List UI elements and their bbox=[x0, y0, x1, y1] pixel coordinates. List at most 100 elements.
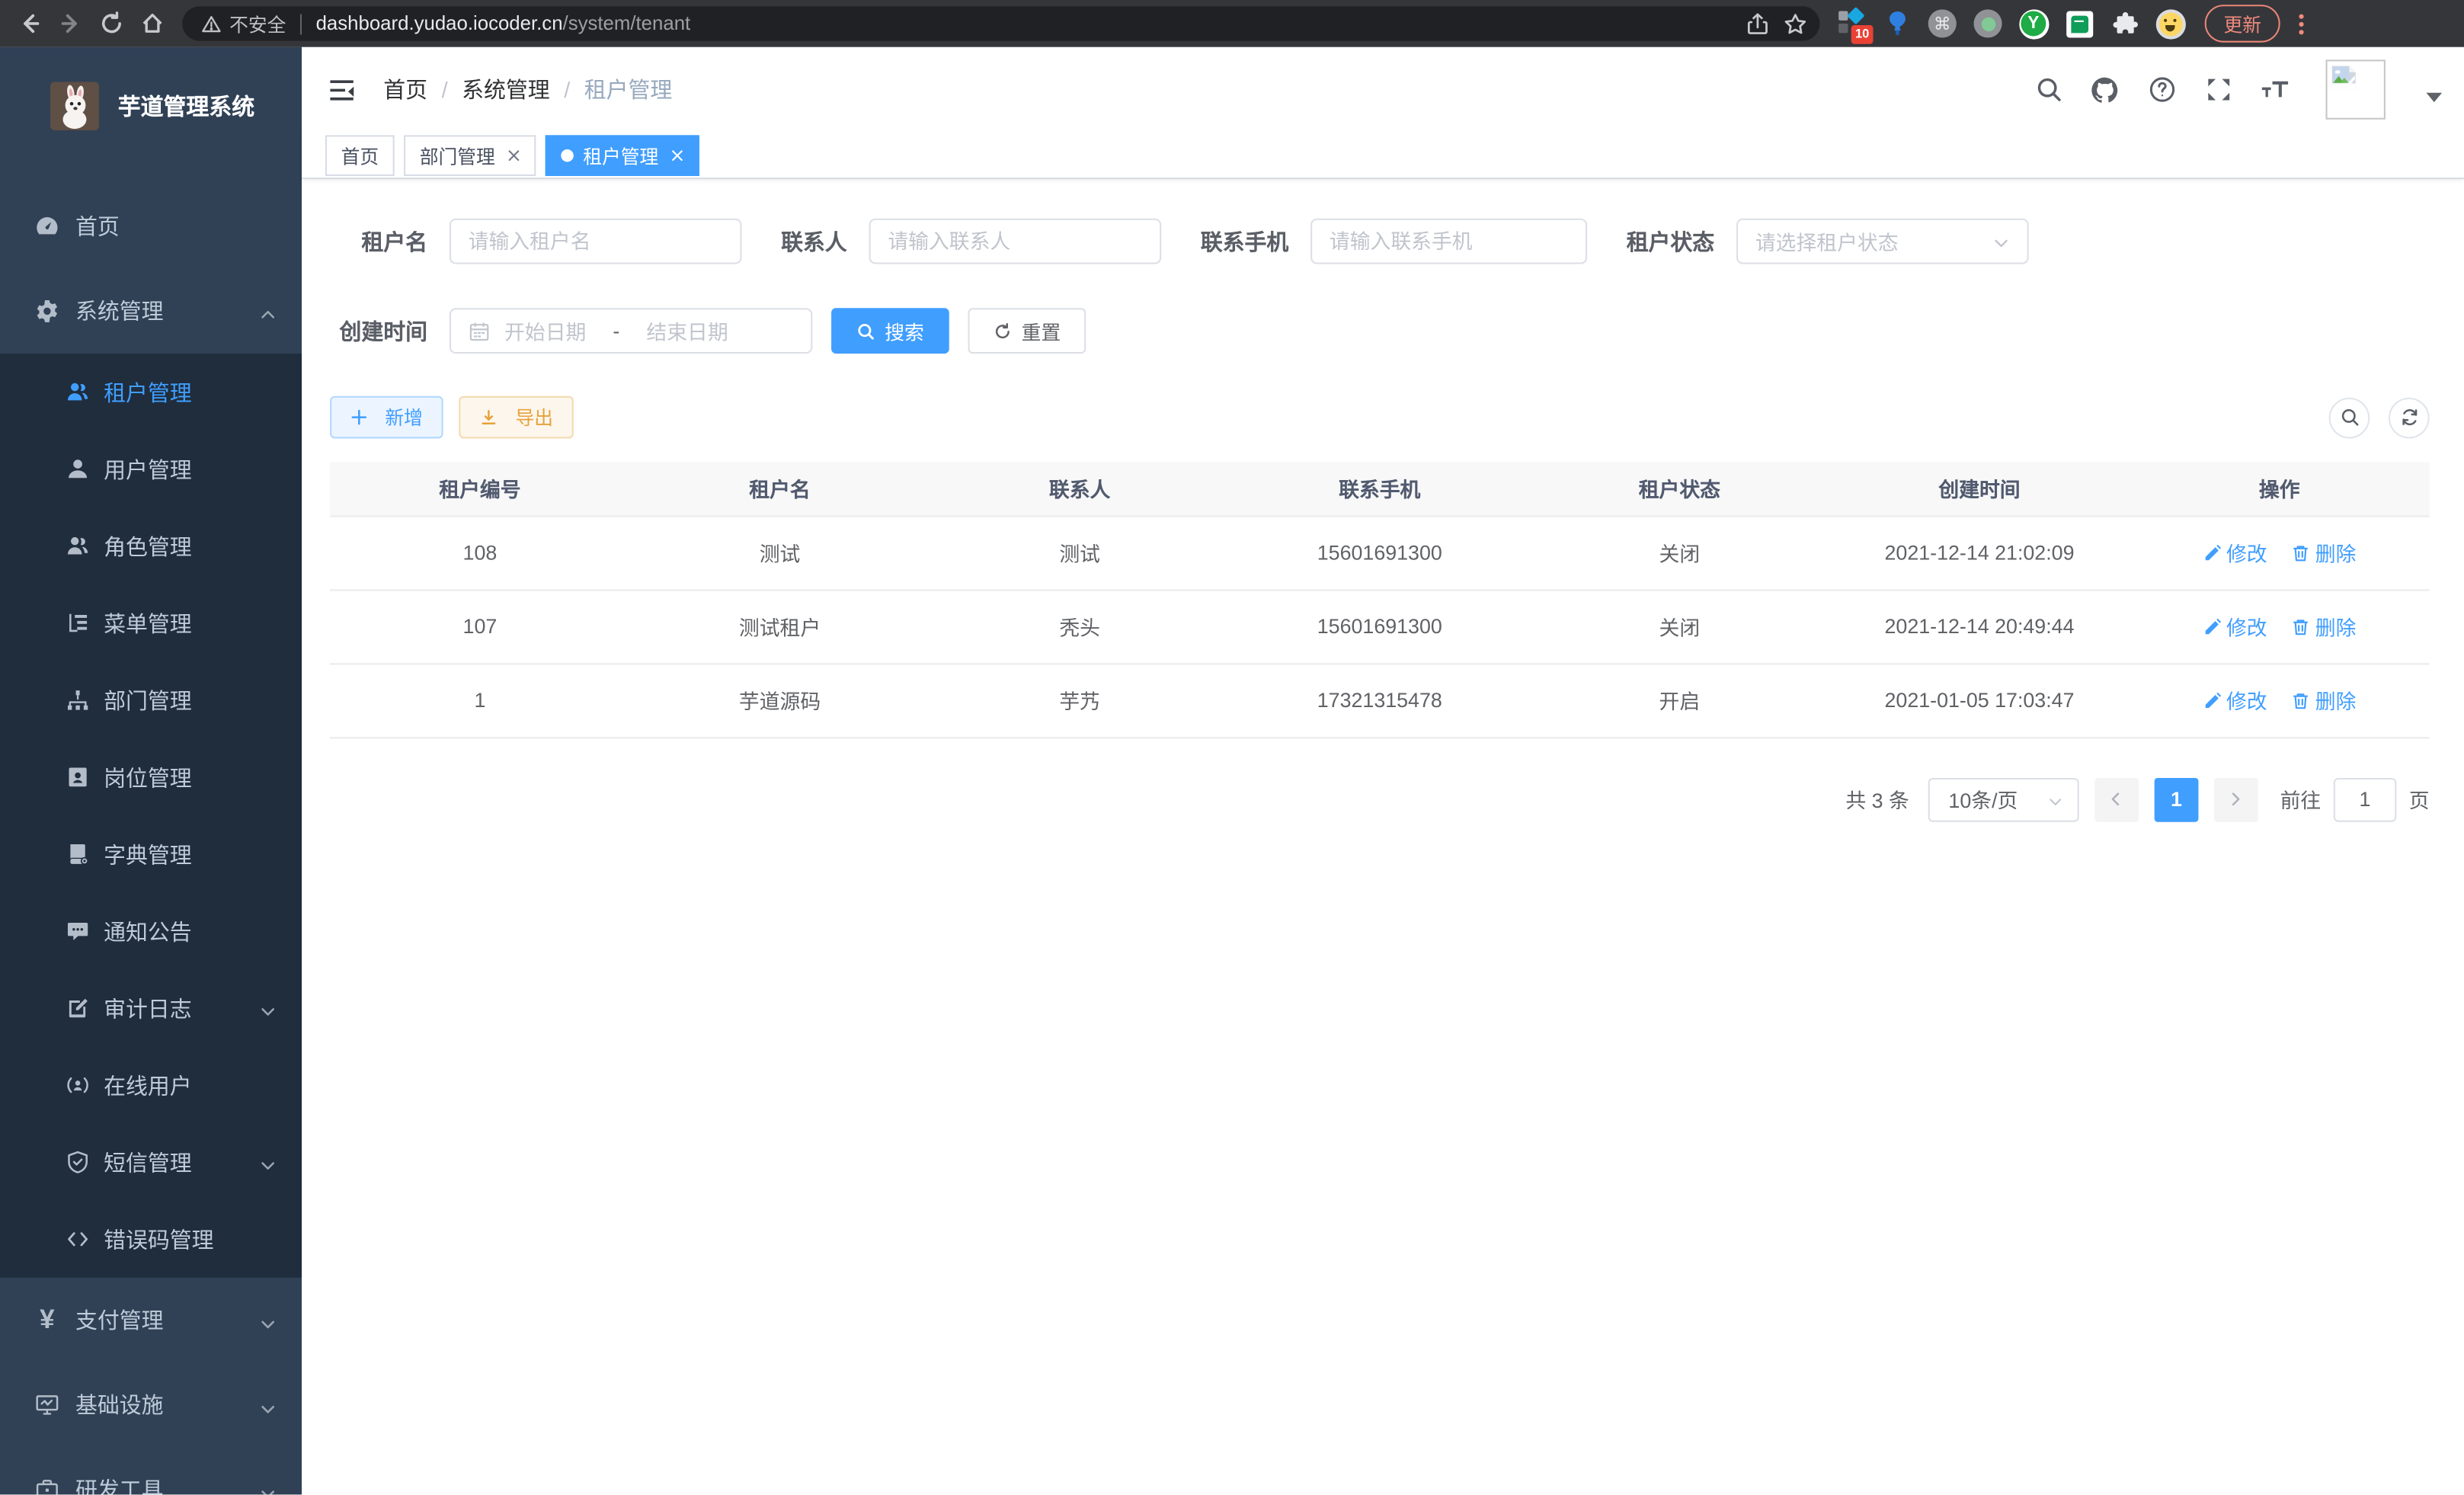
online-icon bbox=[66, 1074, 90, 1097]
sidebar-collapse-icon[interactable] bbox=[325, 74, 357, 105]
tab-tenant[interactable]: 租户管理 bbox=[546, 135, 699, 176]
reset-button[interactable]: 重置 bbox=[968, 308, 1086, 354]
post-icon bbox=[66, 765, 90, 789]
address-bar[interactable]: 不安全 dashboard.yudao.iocoder.cn/system/te… bbox=[182, 6, 1819, 40]
roles-icon bbox=[66, 534, 90, 558]
extension-y-icon[interactable]: Y bbox=[2018, 8, 2049, 39]
date-start-placeholder: 开始日期 bbox=[504, 316, 586, 346]
page-size-select[interactable]: 10条/页 bbox=[1928, 777, 2079, 821]
status-select[interactable]: 请选择租户状态 bbox=[1736, 219, 2029, 264]
delete-link[interactable]: 删除 bbox=[2292, 611, 2357, 641]
extension-cmd-icon[interactable]: ⌘ bbox=[1927, 8, 1958, 39]
extension-record-icon[interactable] bbox=[1972, 8, 2003, 39]
extension-chat-icon[interactable] bbox=[2063, 8, 2094, 39]
mobile-input[interactable] bbox=[1310, 219, 1587, 264]
security-chip[interactable]: 不安全 bbox=[201, 10, 286, 37]
col-contact: 联系人 bbox=[930, 462, 1230, 515]
pagination: 共 3 条 10条/页 1 前往 页 bbox=[330, 777, 2430, 821]
extension-puzzle-icon[interactable] bbox=[2109, 8, 2140, 39]
show-search-icon[interactable] bbox=[2329, 397, 2370, 438]
page-1-button[interactable]: 1 bbox=[2155, 777, 2199, 821]
browser-home-icon[interactable] bbox=[132, 3, 173, 44]
sidebar-item-system[interactable]: 系统管理 bbox=[0, 269, 302, 354]
sidebar-item-users[interactable]: 用户管理 bbox=[0, 431, 302, 507]
app-logo-row[interactable]: 芋道管理系统 bbox=[0, 47, 302, 162]
sidebar-item-dept[interactable]: 部门管理 bbox=[0, 661, 302, 738]
col-created: 创建时间 bbox=[1829, 462, 2130, 515]
delete-link[interactable]: 删除 bbox=[2292, 537, 2357, 567]
status-placeholder: 请选择租户状态 bbox=[1755, 226, 1899, 256]
total-count: 共 3 条 bbox=[1845, 784, 1909, 814]
close-icon[interactable] bbox=[506, 149, 520, 163]
edit-icon bbox=[2203, 543, 2222, 562]
calendar-icon bbox=[469, 320, 491, 342]
tab-dept[interactable]: 部门管理 bbox=[404, 135, 536, 176]
prev-page-button[interactable] bbox=[2094, 777, 2139, 821]
search-button[interactable]: 搜索 bbox=[831, 308, 949, 354]
browser-menu-icon[interactable] bbox=[2290, 14, 2313, 34]
extension-grid-icon[interactable]: 10 bbox=[1835, 8, 1867, 39]
sidebar: 芋道管理系统 首页 系统管理 租户管理 bbox=[0, 47, 302, 1495]
tenant-table: 租户编号 租户名 联系人 联系手机 租户状态 创建时间 操作 108 测试 bbox=[330, 462, 2430, 738]
sidebar-item-post[interactable]: 岗位管理 bbox=[0, 738, 302, 815]
share-icon[interactable] bbox=[1738, 3, 1776, 44]
breadcrumb-home[interactable]: 首页 bbox=[383, 74, 427, 105]
close-icon[interactable] bbox=[670, 149, 684, 163]
sidebar-item-menus[interactable]: 菜单管理 bbox=[0, 584, 302, 661]
search-icon[interactable] bbox=[2034, 75, 2063, 104]
edit-link[interactable]: 修改 bbox=[2203, 685, 2267, 715]
add-button[interactable]: 新增 bbox=[330, 396, 443, 439]
sidebar-item-devtool[interactable]: 研发工具 bbox=[0, 1448, 302, 1495]
sidebar-item-dict[interactable]: 字典管理 bbox=[0, 815, 302, 892]
edit-icon bbox=[2203, 617, 2222, 636]
extension-badge: 10 bbox=[1851, 25, 1874, 44]
extension-balloon-icon[interactable] bbox=[1881, 8, 1912, 39]
contact-label: 联系人 bbox=[781, 226, 847, 257]
dashboard-icon bbox=[34, 214, 59, 239]
sidebar-item-roles[interactable]: 角色管理 bbox=[0, 507, 302, 584]
col-tenant-id: 租户编号 bbox=[330, 462, 630, 515]
table-row: 108 测试 测试 15601691300 关闭 2021-12-14 21:0… bbox=[330, 516, 2430, 590]
sidebar-item-notice[interactable]: 通知公告 bbox=[0, 893, 302, 970]
sidebar-item-pay[interactable]: ¥ 支付管理 bbox=[0, 1278, 302, 1362]
sidebar-menu: 首页 系统管理 租户管理 用户管理 bbox=[0, 162, 302, 1494]
sidebar-item-audit[interactable]: 审计日志 bbox=[0, 970, 302, 1047]
edit-link[interactable]: 修改 bbox=[2203, 611, 2267, 641]
search-icon bbox=[856, 322, 875, 341]
tenant-name-input[interactable] bbox=[450, 219, 742, 264]
help-icon[interactable] bbox=[2146, 75, 2176, 104]
browser-back-icon[interactable] bbox=[9, 3, 50, 44]
contact-input[interactable] bbox=[869, 219, 1162, 264]
github-icon[interactable] bbox=[2090, 75, 2120, 104]
edit-link[interactable]: 修改 bbox=[2203, 537, 2267, 567]
next-page-button[interactable] bbox=[2214, 777, 2258, 821]
status-value: 关闭 bbox=[1530, 589, 1830, 663]
date-range-picker[interactable]: 开始日期 - 结束日期 bbox=[450, 308, 812, 354]
sidebar-item-tenant[interactable]: 租户管理 bbox=[0, 354, 302, 431]
fullscreen-icon[interactable] bbox=[2203, 75, 2233, 104]
user-icon bbox=[66, 457, 90, 481]
page-url[interactable]: dashboard.yudao.iocoder.cn/system/tenant bbox=[316, 13, 691, 35]
refresh-table-icon[interactable] bbox=[2389, 397, 2430, 438]
goto-page-input[interactable] bbox=[2334, 777, 2397, 821]
browser-forward-icon[interactable] bbox=[50, 3, 91, 44]
breadcrumb-system[interactable]: 系统管理 bbox=[462, 74, 550, 105]
sidebar-item-online[interactable]: 在线用户 bbox=[0, 1047, 302, 1124]
sidebar-item-infra[interactable]: 基础设施 bbox=[0, 1362, 302, 1447]
col-status: 租户状态 bbox=[1530, 462, 1830, 515]
browser-update-button[interactable]: 更新 bbox=[2205, 5, 2280, 43]
avatar-dropdown-icon[interactable] bbox=[2427, 93, 2443, 102]
extension-avatar-icon[interactable] bbox=[2155, 8, 2186, 39]
bookmark-star-icon[interactable] bbox=[1776, 3, 1814, 44]
chevron-down-icon bbox=[259, 1154, 277, 1171]
sidebar-item-sms[interactable]: 短信管理 bbox=[0, 1124, 302, 1201]
trash-icon bbox=[2292, 617, 2311, 636]
sidebar-item-home[interactable]: 首页 bbox=[0, 184, 302, 268]
tab-home[interactable]: 首页 bbox=[325, 135, 395, 176]
browser-reload-icon[interactable] bbox=[91, 3, 133, 44]
sidebar-item-errcode[interactable]: 错误码管理 bbox=[0, 1201, 302, 1278]
avatar[interactable] bbox=[2326, 59, 2386, 119]
delete-link[interactable]: 删除 bbox=[2292, 685, 2357, 715]
export-button[interactable]: 导出 bbox=[459, 396, 574, 439]
font-size-icon[interactable] bbox=[2260, 75, 2290, 104]
